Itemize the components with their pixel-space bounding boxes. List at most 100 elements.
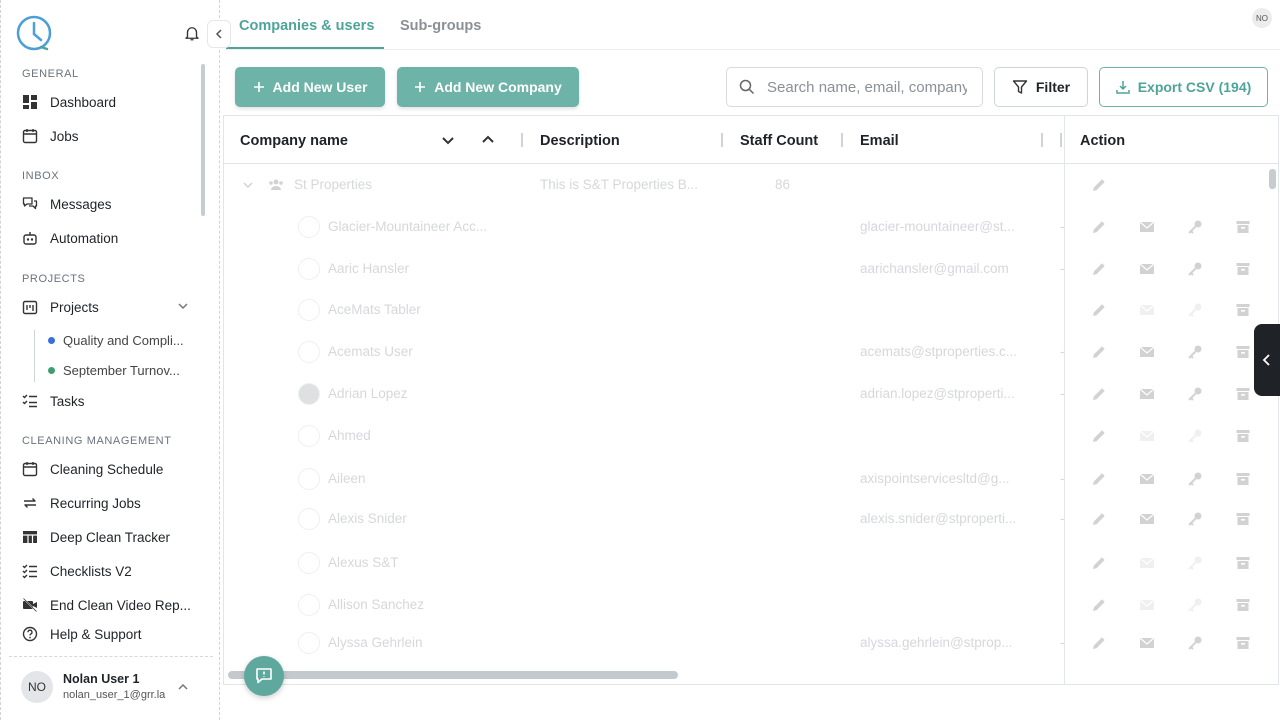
mail-icon[interactable]: [1139, 386, 1155, 402]
column-resizer[interactable]: [1060, 133, 1062, 147]
filter-button[interactable]: Filter: [994, 67, 1088, 107]
bell-icon[interactable]: [183, 24, 201, 42]
tab-sub-groups[interactable]: Sub-groups: [400, 18, 481, 34]
edit-icon[interactable]: [1091, 555, 1107, 571]
key-icon[interactable]: [1187, 219, 1203, 235]
sidebar-scrollbar[interactable]: [201, 64, 205, 216]
archive-icon[interactable]: [1235, 511, 1251, 527]
collapse-sidebar-button[interactable]: [207, 20, 231, 48]
mail-icon[interactable]: [1139, 344, 1155, 360]
mail-icon[interactable]: [1139, 511, 1155, 527]
edit-icon[interactable]: [1091, 386, 1107, 402]
key-icon[interactable]: [1187, 261, 1203, 277]
key-icon[interactable]: [1187, 428, 1203, 444]
column-resizer[interactable]: [1041, 133, 1043, 147]
table-row[interactable]: Alyssa Gehrlein alyssa.gehrlein@stprop...…: [224, 623, 1278, 663]
sort-descending-icon[interactable]: [440, 132, 456, 148]
column-resizer[interactable]: [521, 133, 523, 147]
archive-icon[interactable]: [1235, 635, 1251, 651]
sidebar-item-checklists[interactable]: Checklists V2: [22, 559, 132, 583]
expand-panel-button[interactable]: [1254, 324, 1280, 396]
key-icon[interactable]: [1187, 344, 1203, 360]
archive-icon[interactable]: [1235, 219, 1251, 235]
column-header-company[interactable]: Company name: [240, 133, 348, 149]
archive-icon[interactable]: [1235, 302, 1251, 318]
sidebar-item-dashboard[interactable]: Dashboard: [22, 90, 116, 114]
sidebar-subitem-quality[interactable]: Quality and Compli...: [48, 330, 184, 350]
table-row[interactable]: Allison Sanchez: [224, 585, 1278, 625]
sidebar-subitem-september[interactable]: September Turnov...: [48, 360, 180, 380]
chevron-down-icon[interactable]: [242, 179, 254, 191]
vertical-scrollbar[interactable]: [1269, 169, 1276, 189]
mail-icon[interactable]: [1139, 302, 1155, 318]
add-company-button[interactable]: Add New Company: [397, 67, 579, 107]
table-row[interactable]: Aileen axispointservicesltd@g... -: [224, 459, 1278, 499]
mail-icon[interactable]: [1139, 471, 1155, 487]
column-header-description[interactable]: Description: [540, 133, 620, 149]
mail-icon[interactable]: [1139, 635, 1155, 651]
table-row[interactable]: Acemats User acemats@stproperties.c... -: [224, 332, 1278, 372]
add-user-button[interactable]: Add New User: [235, 67, 385, 107]
edit-icon[interactable]: [1091, 219, 1107, 235]
archive-icon[interactable]: [1235, 344, 1251, 360]
table-row[interactable]: Alexus S&T: [224, 543, 1278, 583]
sidebar-item-messages[interactable]: Messages: [22, 192, 112, 216]
export-csv-button[interactable]: Export CSV (194): [1099, 67, 1268, 107]
search-input[interactable]: [767, 78, 967, 96]
archive-icon[interactable]: [1235, 428, 1251, 444]
top-avatar[interactable]: NO: [1252, 8, 1272, 28]
tab-companies-users[interactable]: Companies & users: [239, 18, 374, 34]
archive-icon[interactable]: [1235, 261, 1251, 277]
table-row[interactable]: Alexis Snider alexis.snider@stproperti...…: [224, 499, 1278, 539]
column-resizer[interactable]: [841, 133, 843, 147]
column-header-staff-count[interactable]: Staff Count: [740, 133, 818, 149]
sidebar-item-projects[interactable]: Projects: [22, 295, 99, 319]
edit-icon[interactable]: [1091, 635, 1107, 651]
sidebar-item-end-clean-video[interactable]: End Clean Video Rep...: [22, 593, 191, 617]
table-row[interactable]: Ahmed: [224, 416, 1278, 456]
table-row[interactable]: Aaric Hansler aarichansler@gmail.com -: [224, 249, 1278, 289]
edit-icon[interactable]: [1091, 261, 1107, 277]
archive-icon[interactable]: [1235, 555, 1251, 571]
key-icon[interactable]: [1187, 597, 1203, 613]
sidebar-item-cleaning-schedule[interactable]: Cleaning Schedule: [22, 457, 163, 481]
chevron-up-icon[interactable]: [177, 681, 189, 693]
chevron-down-icon[interactable]: [177, 300, 189, 312]
edit-icon[interactable]: [1091, 471, 1107, 487]
edit-icon[interactable]: [1091, 302, 1107, 318]
archive-icon[interactable]: [1235, 471, 1251, 487]
key-icon[interactable]: [1187, 386, 1203, 402]
search-box[interactable]: [726, 67, 983, 107]
mail-icon[interactable]: [1139, 261, 1155, 277]
sidebar-item-jobs[interactable]: Jobs: [22, 124, 79, 148]
sidebar-item-recurring-jobs[interactable]: Recurring Jobs: [22, 491, 141, 515]
edit-icon[interactable]: [1091, 511, 1107, 527]
key-icon[interactable]: [1187, 511, 1203, 527]
archive-icon[interactable]: [1235, 386, 1251, 402]
mail-icon[interactable]: [1139, 428, 1155, 444]
mail-icon[interactable]: [1139, 597, 1155, 613]
key-icon[interactable]: [1187, 555, 1203, 571]
key-icon[interactable]: [1187, 635, 1203, 651]
edit-icon[interactable]: [1091, 597, 1107, 613]
sort-ascending-icon[interactable]: [480, 132, 496, 148]
edit-icon[interactable]: [1091, 428, 1107, 444]
table-row[interactable]: AceMats Tabler: [224, 290, 1278, 330]
sidebar-item-tasks[interactable]: Tasks: [22, 389, 85, 413]
edit-icon[interactable]: [1091, 177, 1107, 193]
sidebar-item-automation[interactable]: Automation: [22, 226, 118, 250]
archive-icon[interactable]: [1235, 597, 1251, 613]
feedback-chat-button[interactable]: [244, 656, 284, 696]
clock-logo-icon[interactable]: [15, 14, 53, 52]
key-icon[interactable]: [1187, 302, 1203, 318]
mail-icon[interactable]: [1139, 555, 1155, 571]
table-row-group[interactable]: St Properties This is S&T Properties B..…: [224, 165, 1278, 205]
edit-icon[interactable]: [1091, 344, 1107, 360]
horizontal-scrollbar[interactable]: [228, 671, 678, 679]
user-profile-card[interactable]: NO Nolan User 1 nolan_user_1@grr.la: [9, 656, 213, 716]
sidebar-item-deep-clean-tracker[interactable]: Deep Clean Tracker: [22, 525, 170, 549]
column-header-email[interactable]: Email: [860, 133, 899, 149]
sidebar-item-help[interactable]: Help & Support: [22, 622, 142, 646]
table-row[interactable]: Glacier-Mountaineer Acc... glacier-mounta…: [224, 207, 1278, 247]
table-row[interactable]: Adrian Lopez adrian.lopez@stproperti... -: [224, 374, 1278, 414]
